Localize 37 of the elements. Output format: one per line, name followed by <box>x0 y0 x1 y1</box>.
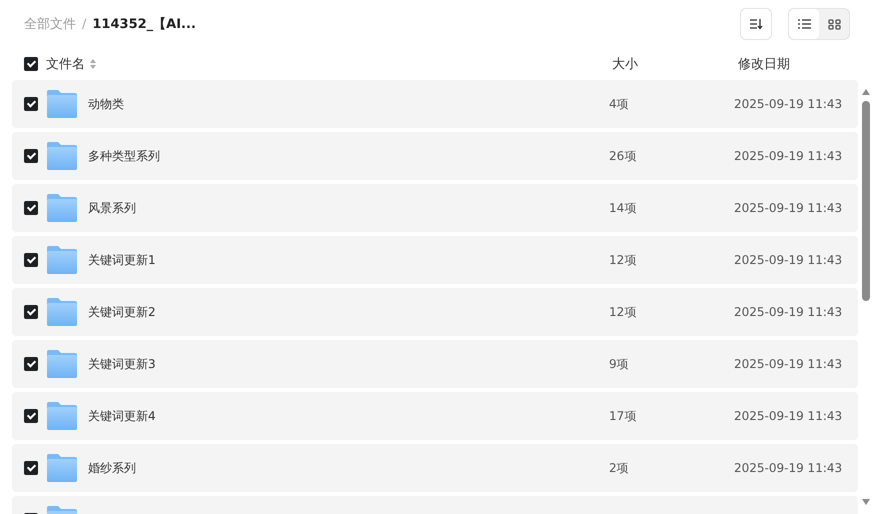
modified-date: 2025-09-19 11:43 <box>734 201 844 215</box>
breadcrumb-separator: / <box>82 16 86 32</box>
column-header[interactable]: 修改日期 <box>738 55 874 73</box>
item-count: 2项 <box>609 460 630 476</box>
file-name: 风景系列 <box>88 200 137 216</box>
breadcrumb-item: 114352_【AI... <box>92 16 196 33</box>
modified-date: 2025-09-19 11:43 <box>734 461 844 475</box>
modified-date: 2025-09-19 11:43 <box>734 357 844 371</box>
file-row[interactable]: 婚纱系列 2项 2025-09-19 11:43 <box>12 444 858 492</box>
item-count: 12项 <box>609 304 638 320</box>
modified-date: 2025-09-19 11:43 <box>734 305 844 319</box>
file-name: 婚纱系列 <box>88 460 137 476</box>
modified-date: 2025-09-19 11:43 <box>734 253 844 267</box>
modified-date: 2025-09-19 11:43 <box>734 409 844 423</box>
item-count: 12项 <box>609 252 638 268</box>
file-row[interactable]: 风景系列 14项 2025-09-19 11:43 <box>12 184 858 232</box>
file-row[interactable]: 关键词更新3 9项 2025-09-19 11:43 <box>12 340 858 388</box>
modified-date: 2025-09-19 11:43 <box>734 97 844 111</box>
file-name: 关键词更新2 <box>88 304 157 320</box>
column-header[interactable]: 大小 <box>612 55 738 73</box>
file-name: 关键词更新3 <box>88 356 157 372</box>
item-count: 14项 <box>609 200 638 216</box>
file-row[interactable]: 关键词更新1 12项 2025-09-19 11:43 <box>12 236 858 284</box>
file-name: 多种类型系列 <box>88 148 161 164</box>
file-row[interactable]: 多种类型系列 26项 2025-09-19 11:43 <box>12 132 858 180</box>
file-name: 关键词更新1 <box>88 252 157 268</box>
item-count: 4项 <box>609 96 630 112</box>
file-row[interactable]: 关键词更新4 17项 2025-09-19 11:43 <box>12 392 858 440</box>
item-count: 17项 <box>609 408 638 424</box>
column-header[interactable]: 文件名 <box>46 55 85 73</box>
modified-date: 2025-09-19 11:43 <box>734 149 844 163</box>
file-row[interactable]: 关键词更新2 12项 2025-09-19 11:43 <box>12 288 858 336</box>
item-count: 9项 <box>609 356 630 372</box>
file-row[interactable]: 动物类 4项 2025-09-19 11:43 <box>12 80 858 128</box>
file-name: 动物类 <box>88 96 125 112</box>
item-count: 26项 <box>609 148 638 164</box>
file-name: 关键词更新4 <box>88 408 157 424</box>
